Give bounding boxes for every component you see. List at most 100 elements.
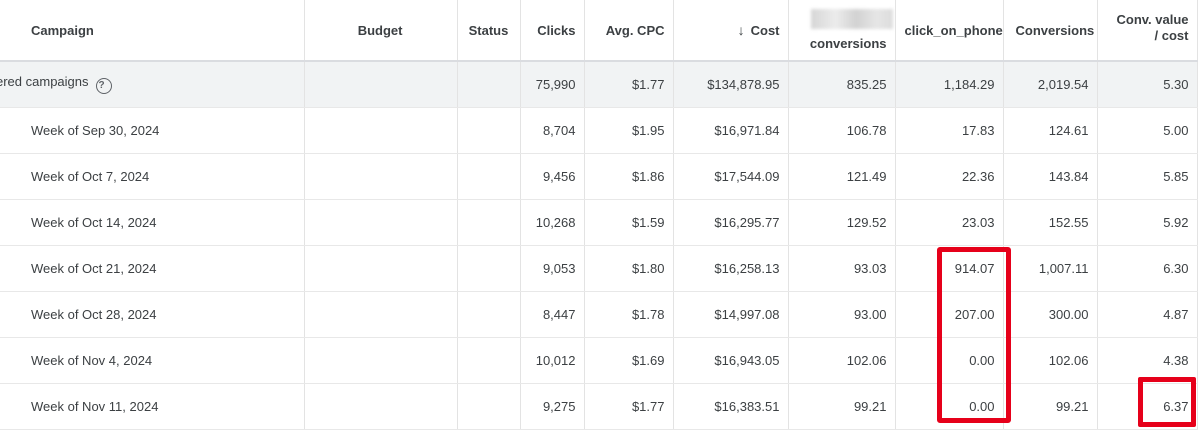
row-click-on-phone: 17.83	[895, 107, 1004, 154]
row-clicks: 10,268	[520, 199, 585, 246]
table-row[interactable]: Week of Oct 7, 2024 9,456 $1.86 $17,544.…	[0, 153, 1198, 200]
total-clicks: 75,990	[520, 61, 585, 108]
row-cost: $16,971.84	[673, 107, 789, 154]
row-status	[457, 383, 521, 430]
row-budget	[304, 291, 458, 338]
row-avg-cpc: $1.59	[584, 199, 674, 246]
help-icon[interactable]: ?	[95, 78, 112, 95]
table-row[interactable]: Week of Oct 28, 2024 8,447 $1.78 $14,997…	[0, 291, 1198, 338]
row-budget	[304, 383, 458, 430]
row-conv-value-cost: 5.85	[1097, 153, 1198, 200]
column-header-blurred-conversions[interactable]: conversions	[788, 0, 896, 62]
row-cost: $14,997.08	[673, 291, 789, 338]
column-header-conversions-label: conversions	[809, 36, 887, 51]
total-click-on-phone: 1,184.29	[895, 61, 1004, 108]
total-label-cell: ered campaigns?	[0, 61, 305, 108]
total-blurred-conversions: 835.25	[788, 61, 896, 108]
row-blurred-conversions: 121.49	[788, 153, 896, 200]
row-budget	[304, 107, 458, 154]
column-header-avg-cpc[interactable]: Avg. CPC	[584, 0, 674, 62]
row-avg-cpc: $1.95	[584, 107, 674, 154]
row-status	[457, 199, 521, 246]
column-header-campaign[interactable]: Campaign	[0, 0, 305, 62]
table-row[interactable]: Week of Oct 21, 2024 9,053 $1.80 $16,258…	[0, 245, 1198, 292]
row-status	[457, 153, 521, 200]
table-row[interactable]: Week of Oct 14, 2024 10,268 $1.59 $16,29…	[0, 199, 1198, 246]
row-cost: $16,295.77	[673, 199, 789, 246]
row-clicks: 9,456	[520, 153, 585, 200]
row-week: Week of Nov 11, 2024	[0, 383, 305, 430]
total-status	[457, 61, 521, 108]
highlight-box-conv-value-cost	[1138, 377, 1196, 427]
row-avg-cpc: $1.80	[584, 245, 674, 292]
table-row[interactable]: Week of Nov 4, 2024 10,012 $1.69 $16,943…	[0, 337, 1198, 384]
row-clicks: 8,704	[520, 107, 585, 154]
row-blurred-conversions: 93.03	[788, 245, 896, 292]
row-conv-value-cost: 5.92	[1097, 199, 1198, 246]
table-row[interactable]: Week of Nov 11, 2024 9,275 $1.77 $16,383…	[0, 383, 1198, 430]
row-click-on-phone: 23.03	[895, 199, 1004, 246]
column-header-click-on-phone[interactable]: click_on_phone	[895, 0, 1004, 62]
row-clicks: 9,053	[520, 245, 585, 292]
row-conversions: 99.21	[1003, 383, 1098, 430]
blurred-column-name	[797, 9, 893, 36]
row-blurred-conversions: 102.06	[788, 337, 896, 384]
row-status	[457, 337, 521, 384]
row-avg-cpc: $1.78	[584, 291, 674, 338]
total-label: ered campaigns	[0, 74, 89, 90]
row-avg-cpc: $1.69	[584, 337, 674, 384]
row-week: Week of Oct 21, 2024	[0, 245, 305, 292]
row-status	[457, 107, 521, 154]
column-header-clicks[interactable]: Clicks	[520, 0, 585, 62]
row-avg-cpc: $1.86	[584, 153, 674, 200]
row-conversions: 300.00	[1003, 291, 1098, 338]
total-cost: $134,878.95	[673, 61, 789, 108]
row-budget	[304, 199, 458, 246]
conv-value-cost-line2: / cost	[1154, 28, 1189, 43]
column-header-budget[interactable]: Budget	[304, 0, 458, 62]
conv-value-cost-line1: Conv. value	[1116, 12, 1189, 27]
column-header-status[interactable]: Status	[457, 0, 521, 62]
row-budget	[304, 245, 458, 292]
campaign-performance-table: Campaign Budget Status Clicks Avg. CPC ↓…	[0, 0, 1198, 430]
column-header-conv-value-cost[interactable]: Conv. value / cost	[1097, 0, 1198, 62]
total-conv-value-cost: 5.30	[1097, 61, 1198, 108]
row-conv-value-cost: 5.00	[1097, 107, 1198, 154]
row-week: Week of Oct 14, 2024	[0, 199, 305, 246]
row-cost: $16,258.13	[673, 245, 789, 292]
total-budget	[304, 61, 458, 108]
highlight-box-click-on-phone	[937, 247, 1011, 423]
row-conversions: 102.06	[1003, 337, 1098, 384]
row-blurred-conversions: 129.52	[788, 199, 896, 246]
row-avg-cpc: $1.77	[584, 383, 674, 430]
header-row: Campaign Budget Status Clicks Avg. CPC ↓…	[0, 0, 1198, 62]
row-blurred-conversions: 106.78	[788, 107, 896, 154]
total-conversions: 2,019.54	[1003, 61, 1098, 108]
row-week: Week of Sep 30, 2024	[0, 107, 305, 154]
column-header-cost[interactable]: ↓ Cost	[673, 0, 789, 62]
row-conversions: 124.61	[1003, 107, 1098, 154]
row-status	[457, 291, 521, 338]
row-cost: $16,943.05	[673, 337, 789, 384]
row-conversions: 152.55	[1003, 199, 1098, 246]
row-blurred-conversions: 93.00	[788, 291, 896, 338]
row-budget	[304, 337, 458, 384]
table-row[interactable]: Week of Sep 30, 2024 8,704 $1.95 $16,971…	[0, 107, 1198, 154]
row-conv-value-cost: 4.87	[1097, 291, 1198, 338]
row-status	[457, 245, 521, 292]
row-cost: $17,544.09	[673, 153, 789, 200]
row-clicks: 8,447	[520, 291, 585, 338]
row-click-on-phone: 22.36	[895, 153, 1004, 200]
row-cost: $16,383.51	[673, 383, 789, 430]
row-conversions: 1,007.11	[1003, 245, 1098, 292]
row-budget	[304, 153, 458, 200]
row-week: Week of Oct 28, 2024	[0, 291, 305, 338]
column-header-conversions[interactable]: Conversions	[1003, 0, 1098, 62]
row-week: Week of Oct 7, 2024	[0, 153, 305, 200]
row-clicks: 10,012	[520, 337, 585, 384]
row-blurred-conversions: 99.21	[788, 383, 896, 430]
total-row: ered campaigns? 75,990 $1.77 $134,878.95…	[0, 61, 1198, 108]
row-clicks: 9,275	[520, 383, 585, 430]
row-week: Week of Nov 4, 2024	[0, 337, 305, 384]
row-conv-value-cost: 6.30	[1097, 245, 1198, 292]
